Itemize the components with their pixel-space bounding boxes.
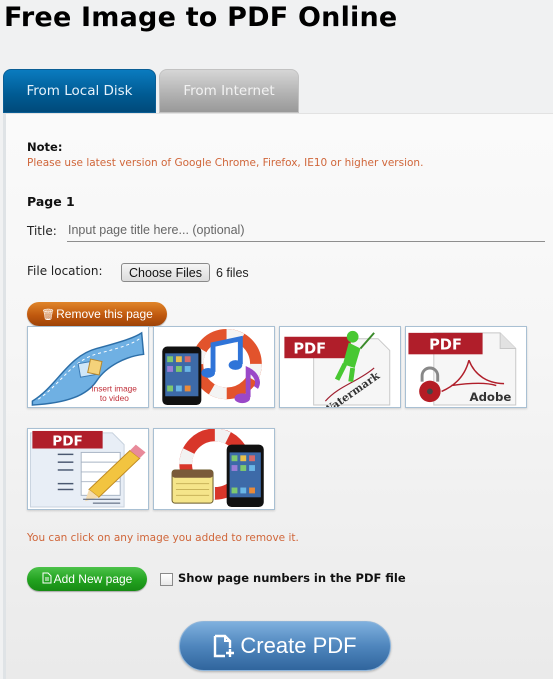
image-thumbnails: insert image to video PDF Watermark PDF …	[27, 326, 537, 510]
document-icon	[42, 572, 52, 587]
page-title-input[interactable]	[67, 218, 545, 242]
adobe-caption: Adobe	[470, 390, 512, 404]
image-thumbnail[interactable]: PDF	[27, 428, 149, 510]
source-tabs: From Local Disk From Internet	[3, 69, 299, 113]
page-numbers-label[interactable]: Show page numbers in the PDF file	[178, 571, 406, 585]
add-new-page-label: Add New page	[53, 572, 133, 586]
iphone-music-recovery-icon	[154, 327, 274, 407]
thumb-caption-line-1: insert image	[92, 383, 138, 393]
film-strip-image-icon: insert image to video	[28, 327, 148, 407]
add-new-page-button[interactable]: Add New page	[27, 567, 147, 591]
pdf-adobe-lock-icon: PDF Adobe	[406, 327, 526, 407]
thumb-caption-line-2: to video	[100, 393, 129, 403]
remove-image-hint: You can click on any image you added to …	[27, 532, 299, 544]
remove-page-label: Remove this page	[56, 307, 153, 321]
file-count: 6 files	[216, 266, 249, 280]
document-plus-icon	[213, 634, 235, 658]
tab-from-local-disk[interactable]: From Local Disk	[3, 69, 156, 113]
image-thumbnail[interactable]: PDF Adobe	[405, 326, 527, 408]
pdf-badge: PDF	[52, 434, 83, 450]
tab-from-internet[interactable]: From Internet	[159, 69, 299, 113]
pdf-badge: PDF	[429, 336, 462, 353]
pdf-watermark-icon: PDF Watermark	[280, 327, 400, 407]
iphone-notes-recovery-icon	[154, 429, 274, 509]
title-label: Title:	[27, 224, 57, 238]
note-text: Please use latest version of Google Chro…	[27, 157, 424, 169]
upload-panel: Note: Please use latest version of Googl…	[3, 113, 553, 679]
image-thumbnail[interactable]	[153, 326, 275, 408]
pdf-edit-pencil-icon: PDF	[28, 429, 148, 509]
pdf-badge: PDF	[293, 340, 326, 357]
page-heading: Page 1	[27, 194, 75, 209]
create-pdf-label: Create PDF	[240, 633, 357, 658]
trash-icon: 🗑	[41, 308, 56, 321]
note-label: Note:	[27, 140, 63, 154]
page-title: Free Image to PDF Online	[4, 2, 398, 33]
page-numbers-checkbox[interactable]	[160, 573, 173, 586]
file-location-label: File location:	[27, 264, 103, 278]
remove-page-button[interactable]: 🗑 Remove this page	[27, 302, 167, 326]
create-pdf-button[interactable]: Create PDF	[179, 621, 391, 671]
choose-files-button[interactable]: Choose Files	[121, 263, 210, 282]
image-thumbnail[interactable]: PDF Watermark	[279, 326, 401, 408]
image-thumbnail[interactable]: insert image to video	[27, 326, 149, 408]
image-thumbnail[interactable]	[153, 428, 275, 510]
